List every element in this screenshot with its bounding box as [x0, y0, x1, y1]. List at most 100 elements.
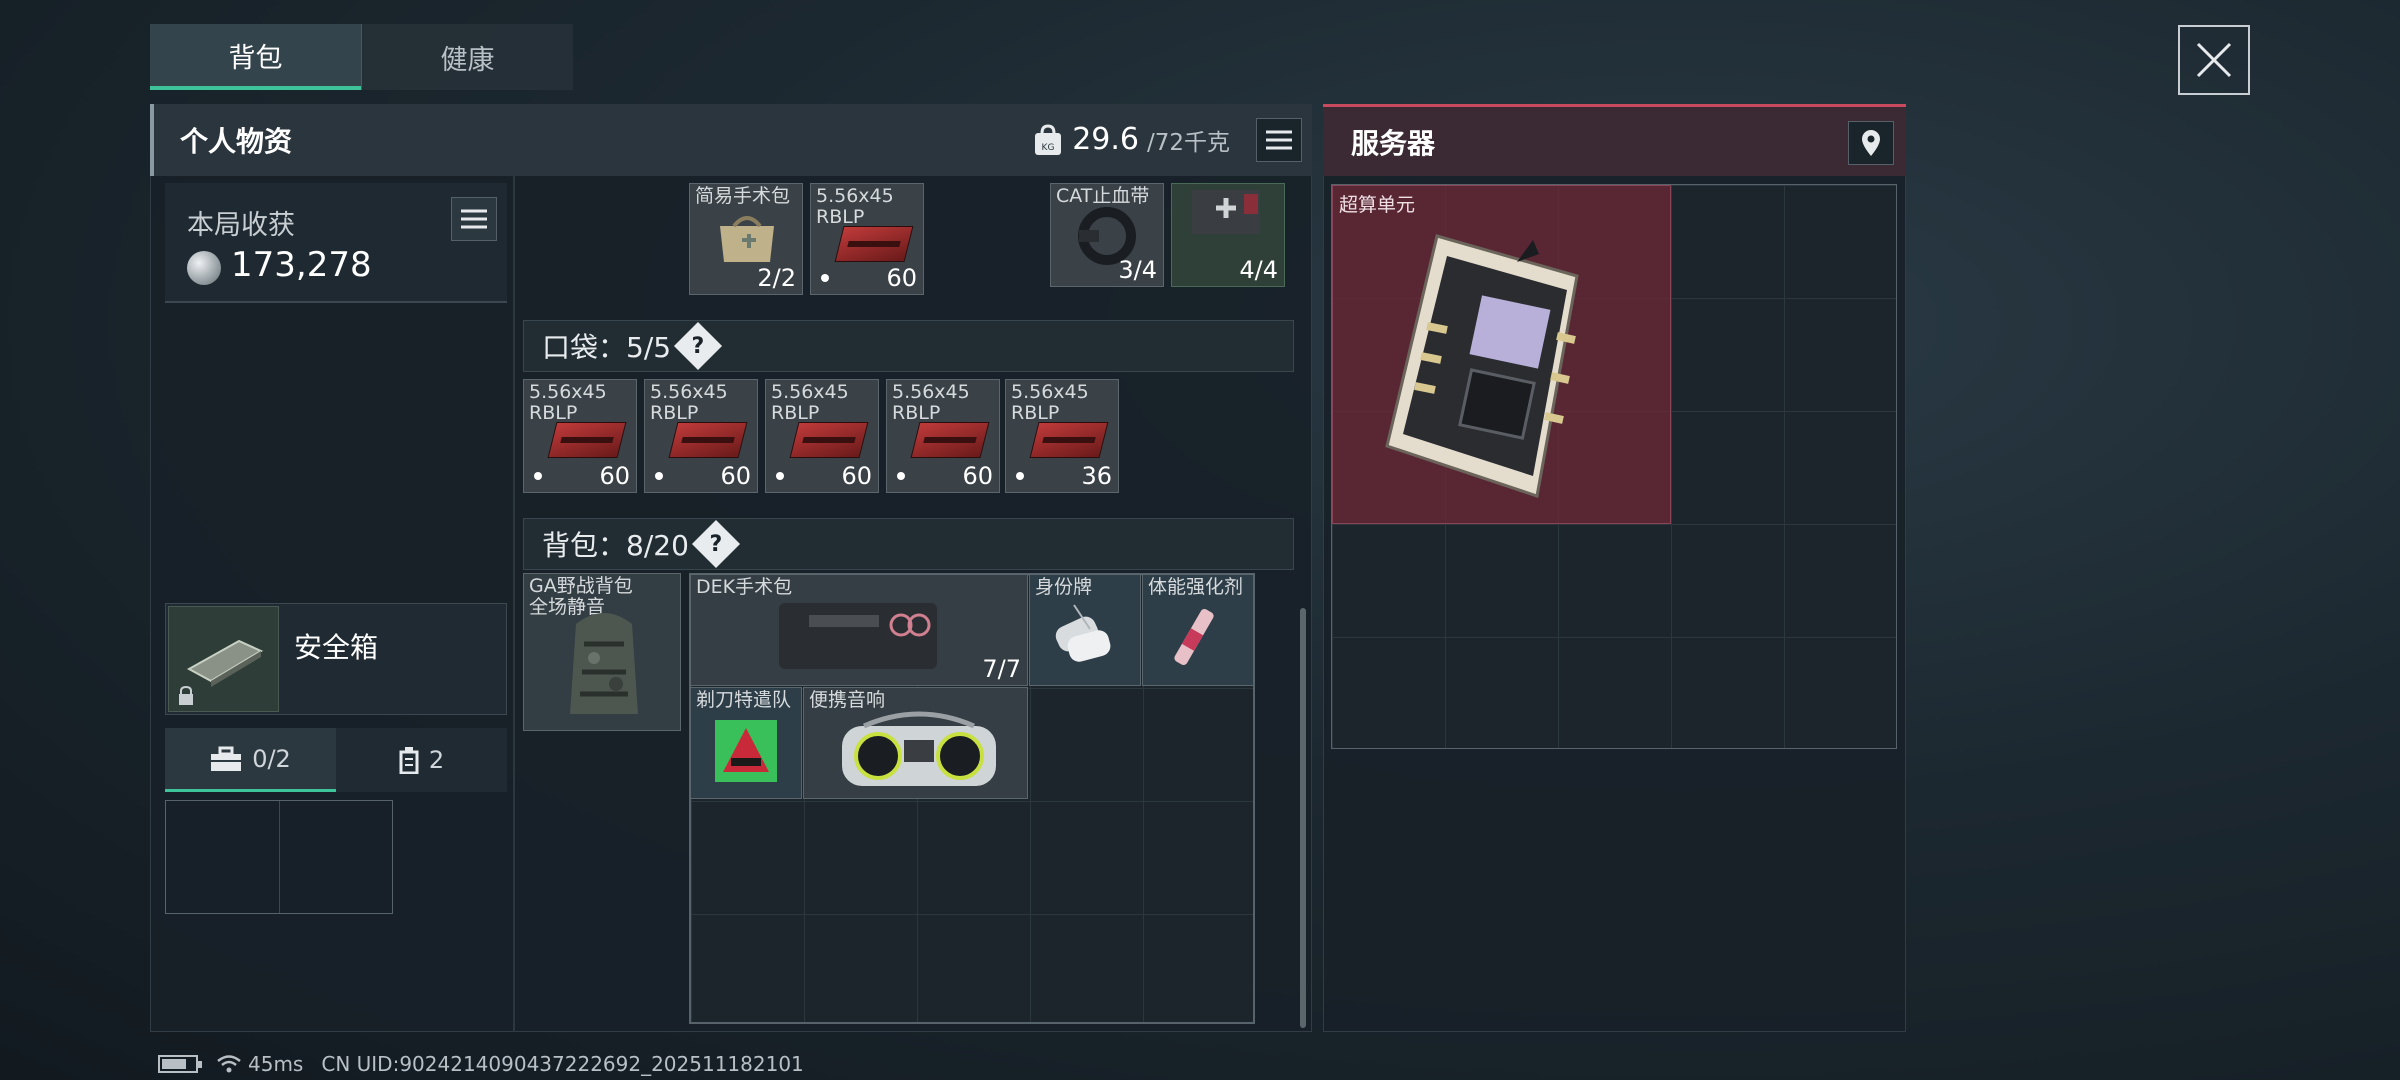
earnings-list-button[interactable]: [451, 197, 497, 241]
tab-health[interactable]: 健康: [361, 24, 573, 90]
item-portable-speaker[interactable]: 便携音响: [803, 687, 1028, 799]
toolbox-icon: [211, 746, 242, 771]
uid-text: CN UID:9024214090437222692_202511182101: [321, 1052, 804, 1076]
list-icon: [1266, 130, 1292, 150]
personal-list-button[interactable]: [1256, 118, 1302, 162]
status-bar: 45ms CN UID:9024214090437222692_20251118…: [158, 1052, 804, 1076]
item-name: 身份牌: [1035, 576, 1093, 598]
item-name: 剃刀特遣队: [696, 689, 792, 711]
item-count: 60: [841, 462, 872, 490]
wifi-icon: [217, 1055, 241, 1073]
ammo-indicator: [897, 472, 905, 480]
item-image: [720, 216, 774, 262]
item-tourniquet[interactable]: CAT止血带 3/4: [1050, 183, 1164, 287]
item-name: 5.56x45 RBLP: [529, 381, 607, 424]
location-button[interactable]: [1848, 121, 1894, 165]
item-image: [779, 603, 937, 669]
item-image: [1174, 608, 1214, 666]
backpack-header: 背包：8/20 ?: [523, 518, 1294, 570]
pocket-item[interactable]: 5.56x45 RBLP 60: [886, 379, 1000, 493]
earnings-box: 本局收获 173,278: [165, 183, 507, 303]
earnings-label: 本局收获: [187, 210, 295, 241]
item-name: 5.56x45 RBLP: [1011, 381, 1089, 424]
pocket-item[interactable]: 5.56x45 RBLP 36: [1005, 379, 1119, 493]
backpack-equipped[interactable]: GA野战背包 全场静音: [523, 573, 681, 731]
safe-grid[interactable]: [165, 800, 393, 914]
ammo-image: [668, 422, 748, 458]
item-stimulant[interactable]: 体能强化剂: [1142, 574, 1254, 686]
item-count: 4/4: [1239, 256, 1278, 284]
bag-image: [570, 613, 638, 714]
list-icon: [461, 209, 487, 229]
item-count: 60: [886, 264, 917, 292]
weight-value: 29.6: [1072, 122, 1139, 157]
item-image: [1385, 234, 1579, 498]
item-count: 60: [599, 462, 630, 490]
battery-icon: [158, 1055, 202, 1073]
ammo-indicator: [776, 472, 784, 480]
item-name: 5.56x45 RBLP: [771, 381, 849, 424]
ammo-indicator: [821, 274, 829, 282]
item-supercompute-unit[interactable]: 超算单元: [1332, 185, 1671, 524]
pocket-item[interactable]: 5.56x45 RBLP 60: [765, 379, 879, 493]
safe-tab-count[interactable]: 2: [336, 728, 507, 792]
pocket-item[interactable]: 5.56x45 RBLP 60: [523, 379, 637, 493]
item-dek-surgical-kit[interactable]: DEK手术包 7/7: [690, 574, 1028, 686]
item-count: 7/7: [982, 655, 1021, 683]
column-divider: [513, 176, 515, 1032]
item-name: 体能强化剂: [1148, 576, 1244, 598]
pocket-label: 口袋：5/5: [542, 331, 672, 364]
coin-icon: [187, 251, 221, 285]
item-name: 5.56x45 RBLP: [892, 381, 970, 424]
item-image: [1055, 604, 1111, 662]
safe-box[interactable]: 安全箱: [165, 603, 507, 715]
safe-name: 安全箱: [294, 631, 379, 664]
backpack-label: 背包：8/20: [542, 529, 689, 562]
weight-icon: KG: [1035, 123, 1062, 155]
ammo-indicator: [534, 472, 542, 480]
scrollbar[interactable]: [1300, 608, 1306, 1028]
help-icon[interactable]: ?: [674, 321, 723, 371]
item-image: [842, 711, 996, 786]
item-dog-tag[interactable]: 身份牌: [1029, 574, 1141, 686]
earnings-amount: 173,278: [231, 245, 372, 285]
item-razor-squad[interactable]: 剃刀特遣队: [690, 687, 802, 799]
tab-backpack[interactable]: 背包: [150, 24, 361, 90]
item-name: 简易手术包: [695, 185, 791, 207]
top-tab-bar: 背包 健康: [150, 24, 573, 90]
lock-icon: [179, 685, 193, 705]
item-medkit[interactable]: 4/4: [1171, 183, 1285, 287]
safe-slots-label: 0/2: [252, 744, 291, 773]
weight-indicator: KG 29.6 /72千克: [1032, 122, 1230, 157]
personal-title: 个人物资: [180, 125, 293, 158]
item-ammo[interactable]: 5.56x45 RBLP 60: [810, 183, 924, 295]
weight-capacity: /72千克: [1146, 129, 1230, 156]
ammo-indicator: [1016, 472, 1024, 480]
ammo-image: [547, 422, 627, 458]
ammo-indicator: [655, 472, 663, 480]
item-image: [1192, 190, 1260, 234]
personal-header: 个人物资 KG 29.6 /72千克: [150, 104, 1312, 176]
ammo-image: [910, 422, 990, 458]
location-pin-icon: [1862, 130, 1880, 156]
safe-tab-slots[interactable]: 0/2: [165, 728, 336, 792]
close-icon: [2196, 42, 2232, 78]
pocket-item[interactable]: 5.56x45 RBLP 60: [644, 379, 758, 493]
ammo-image: [834, 226, 914, 262]
ammo-image: [789, 422, 869, 458]
item-count: 60: [720, 462, 751, 490]
item-count: 36: [1081, 462, 1112, 490]
svg-text:KG: KG: [1042, 143, 1055, 153]
pocket-header: 口袋：5/5 ?: [523, 320, 1294, 372]
ammo-image: [1029, 422, 1109, 458]
item-name: 5.56x45 RBLP: [650, 381, 728, 424]
help-icon[interactable]: ?: [691, 519, 740, 569]
safe-thumbnail: [168, 606, 279, 712]
ping-value: 45ms: [248, 1052, 304, 1076]
item-surgical-kit[interactable]: 简易手术包 2/2: [689, 183, 803, 295]
server-title: 服务器: [1351, 126, 1436, 160]
close-button[interactable]: [2178, 25, 2250, 95]
safe-tab-bar: 0/2 2: [165, 728, 507, 792]
safe-count-label: 2: [428, 746, 445, 774]
item-name: 5.56x45 RBLP: [816, 185, 894, 228]
